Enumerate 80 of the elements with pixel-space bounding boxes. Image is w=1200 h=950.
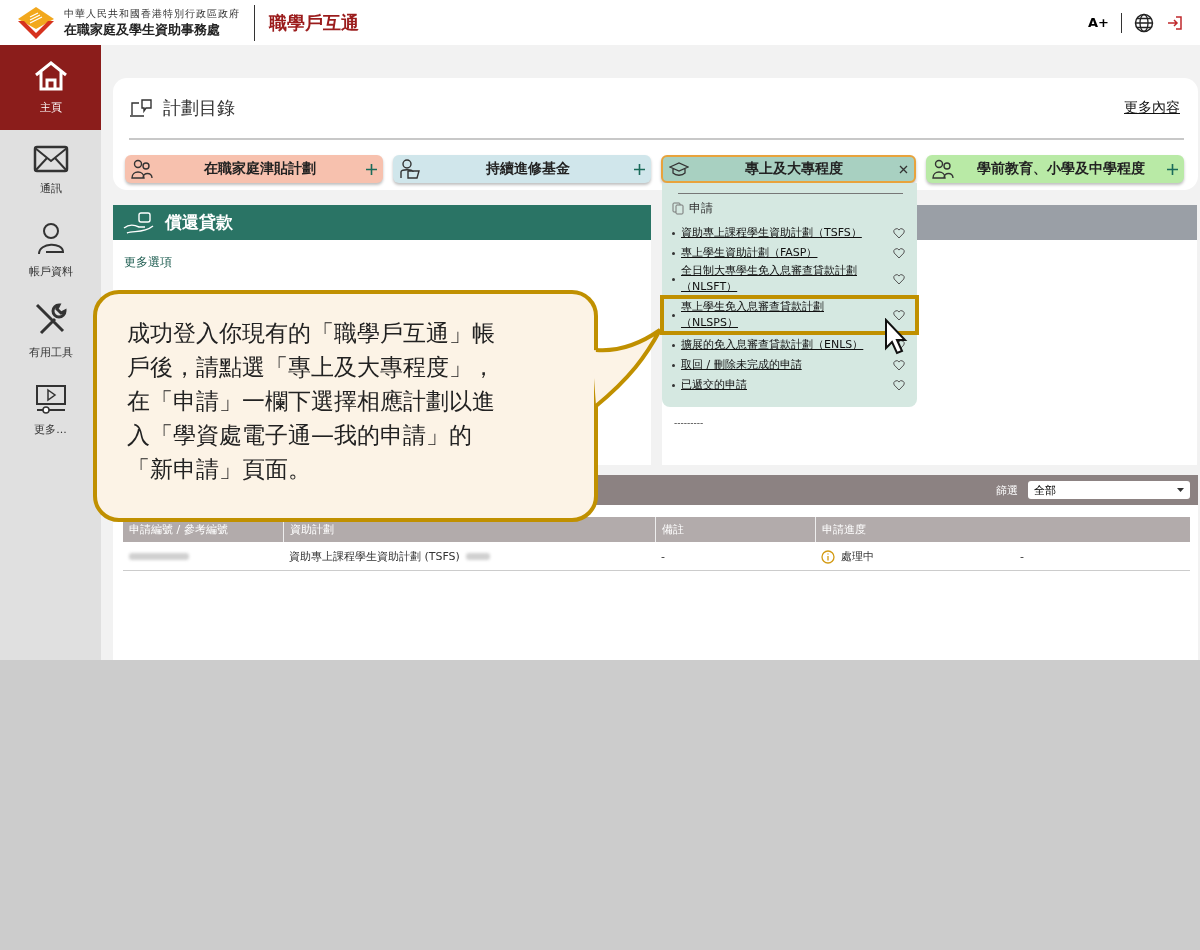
placeholder-dashes: --------- [674,418,705,428]
more-options-label: 更多選項 [124,254,173,271]
category-label: 在職家庭津貼計劃 [202,160,317,178]
globe-icon[interactable] [1134,12,1154,33]
sidebar-label: 帳戶資料 [28,263,73,279]
blurred-text [129,553,189,560]
caret-icon [1177,488,1184,492]
category-label: 學前教育、小學及中學程度 [975,160,1146,178]
more-content-link[interactable]: 更多內容 [1124,99,1180,117]
panel-title: 償還貸款 [165,211,233,234]
people-icon [131,158,153,180]
plus-icon[interactable] [634,163,645,175]
plus-icon[interactable] [1167,163,1178,175]
catalog-title: 計劃目錄 [163,96,235,120]
user-icon [35,221,66,256]
category-button[interactable]: 持續進修基金 [393,155,651,183]
scheme-link[interactable]: 資助專上課程學生資助計劃（TSFS） [681,225,862,241]
font-size-button[interactable]: A+ [1088,15,1109,30]
sidebar-label: 更多... [34,421,67,437]
heart-icon[interactable] [893,227,905,239]
mail-icon [32,144,69,173]
heart-icon[interactable] [893,379,905,391]
bullet-icon [672,251,675,255]
laptop-icon [129,98,153,118]
sidebar-item[interactable]: 有用工具 [0,290,101,370]
bullet-icon [672,313,675,317]
sidebar-label: 主頁 [39,100,62,115]
documents-icon [672,202,684,215]
scheme-link[interactable]: 已遞交的申請 [681,377,747,393]
category-label: 專上及大專程度 [744,160,844,178]
table-cell: 資助專上課程學生資助計劃 (TSFS) [289,549,460,564]
category-label: 持續進修基金 [484,160,571,178]
heart-icon[interactable] [893,247,905,259]
logout-icon[interactable] [1166,14,1184,31]
sidebar-item[interactable]: 更多... [0,370,101,450]
home-icon [32,60,69,92]
scheme-link[interactable]: 專上學生資助計劃（FASP） [681,245,818,261]
bullet-icon [672,363,675,367]
filter-label: 篩選 [996,482,1018,498]
scheme-link[interactable]: 擴展的免入息審查貸款計劃（ENLS） [681,337,864,353]
cursor-icon [884,318,908,356]
bullet-icon [672,343,675,347]
people-icon [932,158,954,180]
logo-icon [16,4,56,41]
agency-name: 在職家庭及學生資助事務處 [64,20,221,39]
section-heading: 申請 [689,200,713,217]
sidebar-item[interactable]: 帳戶資料 [0,210,101,290]
video-icon [34,383,67,414]
close-icon[interactable] [899,164,908,174]
info-icon [821,549,835,564]
scheme-link[interactable]: 全日制大專學生免入息審查貸款計劃（NLSFT） [681,263,866,295]
plus-icon[interactable] [366,163,377,175]
heart-icon[interactable] [893,309,905,321]
callout-text: 成功登入你現有的「職學戶互通」帳 戶後，請點選「專上及大專程度」， 在「申請」一欄下選擇相應計劃以進 入「學資處電子通—我的申請」的 「新申請」頁面。 [127,319,496,484]
agency-subtitle: 中華人民共和國香港特別行政區政府 [64,6,240,21]
scheme-link[interactable]: 專上學生免入息審查貸款計劃（NLSPS） [681,299,866,331]
sidebar-item[interactable]: 主頁 [0,45,101,130]
person-laptop-icon [399,158,421,180]
bullet-icon [672,231,675,235]
table-cell: - [1020,550,1024,563]
sidebar-label: 通訊 [39,180,62,196]
brand-name: 職學戶互通 [269,10,359,35]
category-button[interactable]: 學前教育、小學及中學程度 [926,155,1184,183]
status-text: 處理中 [841,549,874,564]
sidebar-label: 有用工具 [28,344,73,360]
bullet-icon [672,277,675,281]
sidebar-item[interactable]: 通訊 [0,130,101,210]
column-header: 申請進度 [815,517,1190,542]
blurred-text [465,553,490,560]
heart-icon[interactable] [893,359,905,371]
heart-icon[interactable] [893,273,905,285]
category-button[interactable]: 在職家庭津貼計劃 [125,155,383,183]
table-cell: - [661,550,665,563]
filter-select[interactable]: 全部 [1028,481,1190,499]
category-button[interactable]: 專上及大專程度 [661,155,916,183]
hand-coin-icon [123,211,155,234]
graduation-cap-icon [669,162,689,176]
scheme-link[interactable]: 取回 / 刪除未完成的申請 [681,357,802,373]
bullet-icon [672,383,675,387]
column-header: 備註 [655,517,815,542]
